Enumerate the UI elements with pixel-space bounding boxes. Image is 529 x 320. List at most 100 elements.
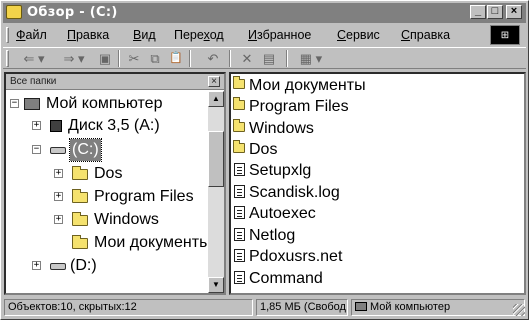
scrollbar-thumb[interactable] (208, 131, 224, 187)
computer-icon (24, 98, 40, 110)
back-button[interactable]: ⇐ ▾ (17, 50, 51, 67)
menu-edit[interactable]: Правка (67, 28, 109, 42)
title-bar[interactable]: Обзор - (C:) _ □ × (3, 3, 526, 23)
tree-item-label: Мой компьютер (46, 95, 163, 112)
folder-icon (72, 189, 88, 203)
menu-tools[interactable]: Сервис (337, 28, 380, 42)
menu-bar: Файл Правка Вид Переход Избранное Сервис… (3, 24, 526, 46)
tree-item-windows[interactable]: + Windows (6, 209, 206, 231)
list-item-label: Scandisk.log (249, 184, 340, 201)
file-icon (234, 249, 245, 262)
tree-item-drive-d[interactable]: + (D:) (6, 255, 206, 277)
menu-file[interactable]: Файл (16, 28, 47, 42)
windows-logo-icon: ⊞ (490, 25, 520, 45)
undo-button[interactable]: ↶ (203, 50, 223, 67)
menu-favorites[interactable]: Избранное (248, 28, 311, 42)
tree-item-program-files[interactable]: + Program Files (6, 186, 206, 208)
tree-item-label: (D:) (70, 257, 97, 274)
maximize-button[interactable]: □ (487, 5, 503, 19)
status-location-label: Мой компьютер (370, 301, 451, 313)
scroll-down-button[interactable]: ▼ (208, 277, 224, 293)
computer-icon (355, 302, 367, 311)
file-icon (234, 228, 245, 241)
tree-item-label: Диск 3,5 (A:) (68, 117, 160, 134)
status-size: 1,85 МБ (Свобод (256, 299, 348, 316)
tree-item-label: (C:) (69, 138, 102, 162)
copy-button[interactable]: ⧉ (145, 50, 165, 67)
status-object-count: Объектов:10, скрытых:12 (4, 299, 253, 316)
tree-item-drive-c[interactable]: − (C:) (6, 138, 206, 162)
up-folder-button[interactable]: ▣ (95, 50, 115, 67)
tree-item-my-documents[interactable]: Мои документы (6, 232, 211, 254)
tree-item-label: Program Files (94, 188, 194, 205)
tree-item-label: Windows (94, 211, 159, 228)
list-item-label: Мои документы (249, 77, 366, 94)
status-location: Мой компьютер (351, 299, 525, 316)
list-item-label: Command (249, 270, 323, 287)
tree-item-my-computer[interactable]: − Мой компьютер (6, 93, 206, 115)
close-button[interactable]: × (506, 5, 522, 19)
list-item-label: Dos (249, 141, 278, 158)
expand-icon[interactable]: + (32, 121, 41, 130)
toolbar-separator (189, 50, 191, 67)
folder-icon (6, 5, 22, 19)
status-bar: Объектов:10, скрытых:12 1,85 МБ (Свобод … (3, 298, 526, 317)
list-item-label: Program Files (249, 98, 349, 115)
drive-icon (50, 147, 66, 154)
window-title: Обзор - (C:) (27, 5, 118, 20)
folder-icon (72, 235, 88, 249)
file-icon (234, 206, 245, 219)
tree-item-label: Мои документы (94, 234, 211, 251)
list-item-label: Windows (249, 120, 314, 137)
folders-pane-header: Все папки × (6, 74, 224, 90)
collapse-icon[interactable]: − (10, 99, 19, 108)
tree-item-label: Dos (94, 165, 123, 182)
floppy-icon (50, 120, 62, 132)
file-icon (234, 163, 245, 176)
list-item-label: Pdoxusrs.net (249, 248, 343, 265)
properties-button[interactable]: ▤ (259, 50, 279, 67)
scroll-up-button[interactable]: ▲ (208, 91, 224, 107)
file-icon (234, 271, 245, 284)
collapse-icon[interactable]: − (32, 145, 41, 154)
folder-icon (233, 119, 245, 132)
menu-help[interactable]: Справка (401, 28, 450, 42)
expand-icon[interactable]: + (54, 192, 63, 201)
list-item-label: Setupxlg (249, 162, 312, 179)
drive-icon (50, 263, 66, 270)
toolbar-separator (118, 50, 120, 67)
menu-grip[interactable] (6, 27, 9, 43)
minimize-button[interactable]: _ (470, 5, 486, 19)
folder-icon (233, 140, 245, 153)
paste-button[interactable]: 📋 (166, 50, 186, 67)
file-icon (234, 185, 245, 198)
expand-icon[interactable]: + (54, 215, 63, 224)
forward-button[interactable]: ⇒ ▾ (57, 50, 91, 67)
folder-icon (72, 166, 88, 180)
folders-pane: Все папки × − Мой компьютер + Диск 3,5 (… (4, 72, 226, 295)
toolbar-separator (229, 50, 231, 67)
folder-icon (233, 76, 245, 89)
toolbar-separator (286, 50, 288, 67)
tree-item-floppy[interactable]: + Диск 3,5 (A:) (6, 115, 206, 137)
folder-tree: − Мой компьютер + Диск 3,5 (A:) − (C:) +… (6, 91, 211, 293)
tree-scrollbar[interactable]: ▲ ▼ (208, 91, 224, 293)
delete-button[interactable]: ✕ (237, 50, 257, 67)
expand-icon[interactable]: + (32, 261, 41, 270)
menu-go[interactable]: Переход (174, 28, 224, 42)
list-item-label: Autoexec (249, 205, 316, 222)
resize-grip[interactable] (513, 304, 525, 316)
toolbar-grip[interactable] (6, 50, 9, 67)
contents-pane: Мои документы Program Files Windows Dos … (229, 72, 526, 295)
toolbar: ⇐ ▾ ⇒ ▾ ▣ ✂ ⧉ 📋 ↶ ✕ ▤ ▦ ▾ (3, 47, 526, 69)
cut-button[interactable]: ✂ (124, 50, 144, 67)
list-item-label: Netlog (249, 227, 296, 244)
folder-icon (72, 212, 88, 226)
pane-close-button[interactable]: × (208, 76, 220, 87)
explorer-window: Обзор - (C:) _ □ × Файл Правка Вид Перех… (0, 0, 529, 320)
menu-view[interactable]: Вид (133, 28, 156, 42)
folder-icon (233, 97, 245, 110)
tree-item-dos[interactable]: + Dos (6, 163, 206, 185)
views-button[interactable]: ▦ ▾ (293, 50, 329, 67)
expand-icon[interactable]: + (54, 169, 63, 178)
